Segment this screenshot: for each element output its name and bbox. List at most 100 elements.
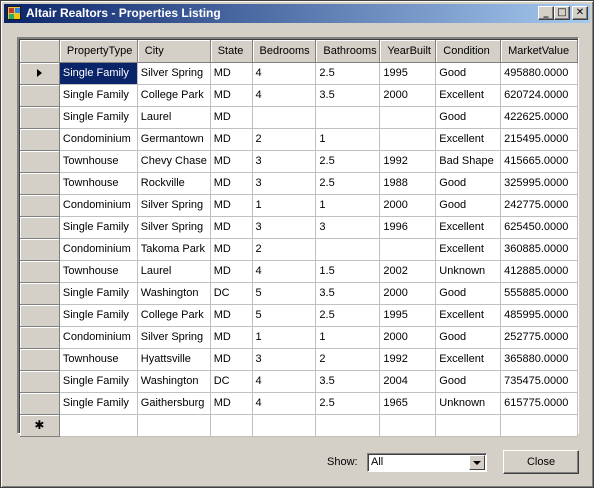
table-row[interactable]: Single Family College Park MD 4 3.5 2000 Excel… [20, 84, 578, 107]
table-row[interactable]: Condominium Takoma Park MD 2 Excellent 360885… [20, 238, 578, 261]
row-header[interactable] [20, 172, 60, 195]
table-cell[interactable]: 1965 [379, 392, 437, 415]
title-bar[interactable]: Altair Realtors - Properties Listing _ □… [4, 4, 590, 23]
maximize-button[interactable]: □ [554, 6, 570, 20]
table-cell[interactable]: 2.5 [315, 392, 381, 415]
table-cell[interactable]: 3 [315, 216, 381, 239]
new-row-header[interactable]: ✱ [20, 414, 60, 437]
table-cell[interactable]: Townhouse [59, 172, 138, 195]
table-cell[interactable]: MD [210, 128, 253, 151]
table-cell[interactable]: 3 [252, 216, 317, 239]
row-header[interactable] [20, 282, 60, 305]
table-cell[interactable]: Silver Spring [137, 326, 211, 349]
table-cell[interactable]: Good [435, 370, 502, 393]
table-cell[interactable]: 5 [252, 304, 317, 327]
table-cell[interactable]: Washington [137, 282, 211, 305]
table-cell[interactable]: Silver Spring [137, 62, 211, 85]
table-cell[interactable] [379, 128, 437, 151]
table-cell[interactable]: 3.5 [315, 84, 381, 107]
dropdown-button[interactable] [469, 455, 485, 470]
table-cell[interactable]: MD [210, 304, 253, 327]
column-header[interactable]: PropertyType [59, 40, 138, 63]
table-cell[interactable]: Excellent [435, 238, 502, 261]
table-cell[interactable]: 2 [252, 128, 317, 151]
column-header[interactable]: City [137, 40, 211, 63]
table-cell[interactable]: 415665.0000 [500, 150, 578, 173]
table-cell[interactable]: MD [210, 260, 253, 283]
table-cell[interactable] [59, 414, 138, 437]
table-cell[interactable]: Gaithersburg [137, 392, 211, 415]
row-header[interactable] [20, 260, 60, 283]
table-cell[interactable]: MD [210, 194, 253, 217]
table-cell[interactable]: 4 [252, 84, 317, 107]
table-cell[interactable]: 325995.0000 [500, 172, 578, 195]
table-cell[interactable]: 495880.0000 [500, 62, 578, 85]
table-row[interactable]: Single Family Washington DC 5 3.5 2000 Good 555… [20, 282, 578, 305]
table-cell[interactable]: 360885.0000 [500, 238, 578, 261]
table-cell[interactable]: Single Family [59, 216, 138, 239]
table-cell[interactable]: 2 [315, 348, 381, 371]
table-cell[interactable]: 5 [252, 282, 317, 305]
table-cell[interactable]: MD [210, 106, 253, 129]
table-cell[interactable]: 2000 [379, 84, 437, 107]
table-cell[interactable]: 4 [252, 392, 317, 415]
row-header[interactable] [20, 194, 60, 217]
table-cell[interactable]: Single Family [59, 84, 138, 107]
close-button[interactable]: Close [503, 450, 579, 474]
grid-corner-header[interactable] [20, 40, 60, 63]
table-cell[interactable]: 625450.0000 [500, 216, 578, 239]
column-header[interactable]: Bedrooms [252, 40, 317, 63]
row-header[interactable] [20, 238, 60, 261]
table-cell[interactable]: 2000 [379, 194, 437, 217]
table-cell[interactable]: 1 [252, 194, 317, 217]
table-cell[interactable]: Townhouse [59, 348, 138, 371]
table-cell[interactable]: 2004 [379, 370, 437, 393]
column-header[interactable]: YearBuilt [379, 40, 437, 63]
row-header[interactable] [20, 150, 60, 173]
table-cell[interactable] [500, 414, 578, 437]
table-cell[interactable]: MD [210, 172, 253, 195]
table-row[interactable]: Single Family College Park MD 5 2.5 1995 Excel… [20, 304, 578, 327]
table-cell[interactable]: Rockville [137, 172, 211, 195]
table-cell[interactable]: 4 [252, 260, 317, 283]
table-cell[interactable]: Good [435, 172, 502, 195]
table-cell[interactable]: 365880.0000 [500, 348, 578, 371]
table-cell[interactable]: 735475.0000 [500, 370, 578, 393]
row-header[interactable] [20, 216, 60, 239]
table-cell[interactable] [252, 414, 317, 437]
table-cell[interactable]: 1 [252, 326, 317, 349]
row-header[interactable] [20, 84, 60, 107]
table-cell[interactable]: MD [210, 150, 253, 173]
table-cell[interactable] [435, 414, 502, 437]
table-cell[interactable]: Germantown [137, 128, 211, 151]
table-cell[interactable]: 2.5 [315, 172, 381, 195]
table-cell[interactable]: Excellent [435, 128, 502, 151]
table-cell[interactable]: Single Family [59, 392, 138, 415]
table-cell[interactable]: 3.5 [315, 282, 381, 305]
table-cell[interactable]: Excellent [435, 216, 502, 239]
table-cell[interactable]: DC [210, 282, 253, 305]
table-cell[interactable] [379, 414, 437, 437]
table-cell[interactable]: Townhouse [59, 260, 138, 283]
table-cell[interactable]: 1995 [379, 304, 437, 327]
table-cell[interactable]: 1 [315, 326, 381, 349]
table-cell[interactable]: 2 [252, 238, 317, 261]
table-cell[interactable]: 412885.0000 [500, 260, 578, 283]
table-cell[interactable]: Silver Spring [137, 216, 211, 239]
table-cell[interactable]: Condominium [59, 238, 138, 261]
table-row[interactable]: Condominium Germantown MD 2 1 Excellent 215495… [20, 128, 578, 151]
table-row[interactable]: Single Family Gaithersburg MD 4 2.5 1965 Unkno… [20, 392, 578, 415]
table-cell[interactable]: Silver Spring [137, 194, 211, 217]
table-cell[interactable] [379, 106, 437, 129]
table-cell[interactable]: Laurel [137, 106, 211, 129]
table-cell[interactable]: Good [435, 106, 502, 129]
table-cell[interactable]: 3.5 [315, 370, 381, 393]
table-row[interactable]: Condominium Silver Spring MD 1 1 2000 Good 2527… [20, 326, 578, 349]
table-cell[interactable]: Washington [137, 370, 211, 393]
table-cell[interactable]: College Park [137, 304, 211, 327]
table-cell[interactable]: Hyattsville [137, 348, 211, 371]
table-cell[interactable]: 4 [252, 62, 317, 85]
table-cell[interactable]: Excellent [435, 304, 502, 327]
table-cell[interactable]: 2.5 [315, 304, 381, 327]
table-cell[interactable]: Takoma Park [137, 238, 211, 261]
